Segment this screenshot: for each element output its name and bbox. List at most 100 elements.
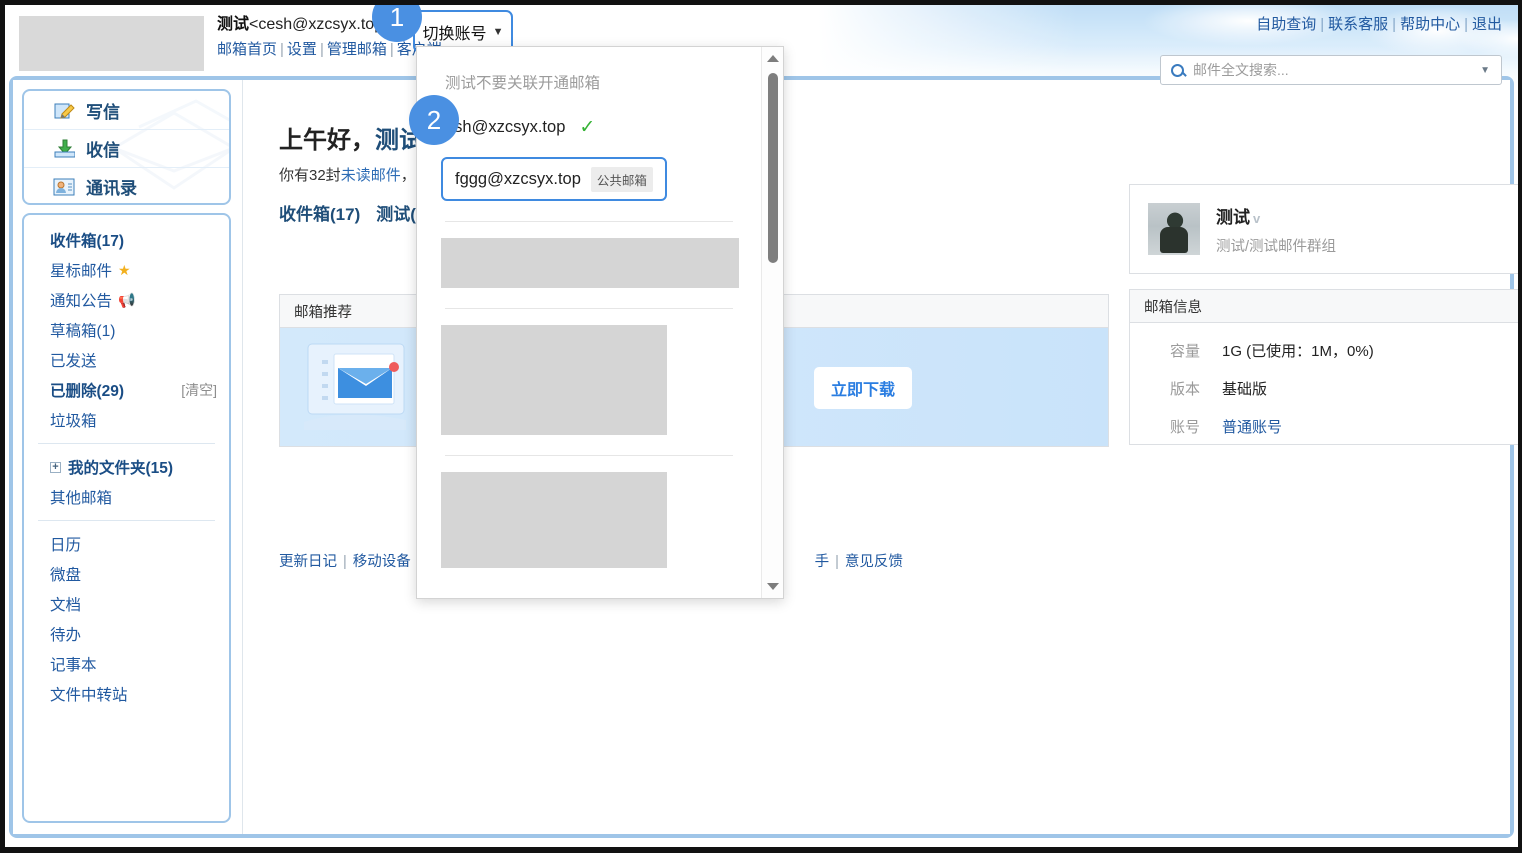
- sidebar-actions-card: 写信 收信 通讯录: [22, 89, 231, 205]
- info-key: 容量: [1170, 343, 1201, 360]
- dropdown-divider: [445, 221, 733, 222]
- avatar: [1148, 203, 1200, 255]
- sidebar-folder-my-folders[interactable]: + 我的文件夹(15): [24, 452, 229, 482]
- dropdown-scrollbar[interactable]: [761, 47, 783, 598]
- dropdown-redacted-item-1[interactable]: [441, 238, 739, 288]
- dropdown-divider: [445, 455, 733, 456]
- sidebar-folder-drafts[interactable]: 草稿箱(1): [24, 315, 229, 345]
- footer-link-mobile[interactable]: 移动设备: [353, 554, 411, 570]
- clear-deleted-link[interactable]: [清空]: [181, 380, 217, 400]
- folder-divider: [38, 520, 215, 521]
- sidebar-folder-announcements[interactable]: 通知公告 📢: [24, 285, 229, 315]
- dropdown-current-account-row[interactable]: esh@xzcsyx.top ✓: [417, 107, 761, 147]
- page-frame-bottom: [0, 847, 1522, 853]
- profile-card: 测试 v 测试/测试邮件群组: [1129, 184, 1521, 274]
- nav-sep: |: [280, 41, 284, 58]
- header-nav-links: 邮箱首页|设置|管理邮箱|客户端: [217, 38, 442, 62]
- mail-app-page: 测试<cesh@xzcsyx.top> 邮箱首页|设置|管理邮箱|客户端 切换账…: [0, 0, 1522, 853]
- dropdown-selected-account-email: fggg@xzcsyx.top: [455, 169, 581, 188]
- footer-sep: |: [343, 554, 347, 570]
- nav-link-home[interactable]: 邮箱首页: [217, 41, 277, 58]
- sidebar-folder-sent[interactable]: 已发送: [24, 345, 229, 375]
- sidebar-item-compose[interactable]: 写信: [24, 91, 229, 129]
- folder-label: 其他邮箱: [50, 490, 113, 507]
- link-help-center[interactable]: 帮助中心: [1400, 16, 1460, 33]
- unread-mail-link[interactable]: 未读邮件: [341, 167, 401, 184]
- sidebar-folder-deleted[interactable]: 已删除(29) [清空]: [24, 375, 229, 405]
- sidebar-item-calendar[interactable]: 日历: [24, 529, 229, 559]
- footer-sep: |: [835, 554, 839, 570]
- info-key: 版本: [1170, 381, 1201, 398]
- download-now-button[interactable]: 立即下载: [814, 367, 913, 409]
- folder-label: 我的文件夹(15): [68, 460, 174, 477]
- sidebar-item-notebook[interactable]: 记事本: [24, 649, 229, 679]
- unread-prefix: 你有32封: [279, 167, 341, 184]
- verified-icon: v: [1253, 210, 1261, 226]
- receive-icon: [53, 139, 75, 159]
- util-sep: |: [1392, 16, 1397, 33]
- sidebar-folder-inbox[interactable]: 收件箱(17): [24, 225, 229, 255]
- switch-account-label: 切换账号: [422, 25, 487, 43]
- link-logout[interactable]: 退出: [1472, 16, 1502, 33]
- sidebar-folder-trash[interactable]: 垃圾箱: [24, 405, 229, 435]
- footer-link-guide[interactable]: 手: [815, 554, 830, 570]
- dropdown-divider: [445, 308, 733, 309]
- sidebar-item-file-transfer[interactable]: 文件中转站: [24, 679, 229, 709]
- folder-label: 待办: [50, 627, 82, 644]
- contacts-icon: [53, 177, 75, 197]
- folder-label: 草稿箱(1): [50, 323, 116, 340]
- dropdown-selected-account-row[interactable]: fggg@xzcsyx.top 公共邮箱: [441, 157, 667, 201]
- nav-link-settings[interactable]: 设置: [287, 41, 317, 58]
- sidebar-item-todo[interactable]: 待办: [24, 619, 229, 649]
- scroll-up-arrow-icon[interactable]: [766, 55, 779, 62]
- util-sep: |: [1464, 16, 1468, 33]
- dropdown-redacted-item-3[interactable]: [441, 472, 667, 568]
- compose-icon: [53, 100, 75, 120]
- profile-name-row: 测试 v: [1216, 203, 1336, 228]
- dropdown-current-account-email: esh@xzcsyx.top: [445, 117, 566, 136]
- sidebar: 写信 收信 通讯录 收件箱(17) 星标邮件 ★ 通知公告 📢 草稿箱(1) 已…: [13, 80, 242, 834]
- footer-link-changelog[interactable]: 更新日记: [279, 554, 337, 570]
- expand-plus-icon[interactable]: +: [50, 461, 61, 473]
- folder-label: 收件箱(17): [50, 233, 125, 250]
- mailbox-info-title: 邮箱信息: [1130, 290, 1520, 323]
- search-input[interactable]: 邮件全文搜索...: [1193, 60, 1480, 80]
- star-icon: ★: [118, 261, 131, 278]
- sidebar-folder-other-mailboxes[interactable]: 其他邮箱: [24, 482, 229, 512]
- dropdown-redacted-item-2[interactable]: [441, 325, 667, 435]
- nav-sep: |: [319, 41, 324, 58]
- folder-label: 已发送: [50, 353, 97, 370]
- account-name: 测试: [217, 16, 250, 33]
- info-value-account-link[interactable]: 普通账号: [1222, 416, 1282, 437]
- folder-label: 垃圾箱: [50, 413, 97, 430]
- sidebar-item-receive[interactable]: 收信: [24, 129, 229, 167]
- page-frame-top: [0, 0, 1522, 5]
- folder-label: 星标邮件: [50, 263, 113, 280]
- checkmark-icon: ✓: [579, 116, 596, 138]
- tab-inbox[interactable]: 收件箱(17): [279, 205, 360, 224]
- footer-link-feedback[interactable]: 意见反馈: [845, 554, 903, 570]
- folder-label: 通知公告: [50, 293, 113, 310]
- greeting-prefix: 上午好，: [279, 127, 375, 154]
- folder-label: 微盘: [50, 567, 82, 584]
- folder-label: 日历: [50, 537, 82, 554]
- folder-label: 文档: [50, 597, 82, 614]
- profile-subtitle: 测试/测试邮件群组: [1216, 238, 1337, 255]
- search-bar[interactable]: 邮件全文搜索... ▼: [1160, 55, 1502, 85]
- link-self-service[interactable]: 自助查询: [1256, 16, 1316, 33]
- link-contact-support[interactable]: 联系客服: [1328, 16, 1388, 33]
- chevron-down-icon: ▼: [492, 25, 504, 38]
- scroll-down-arrow-icon[interactable]: [766, 583, 779, 590]
- nav-link-manage-mailbox[interactable]: 管理邮箱: [327, 41, 387, 58]
- info-row-version: 版本 基础版: [1170, 378, 1520, 399]
- step-badge-2: 2: [409, 95, 459, 145]
- search-icon: [1171, 63, 1184, 77]
- sidebar-item-microdisk[interactable]: 微盘: [24, 559, 229, 589]
- scrollbar-thumb[interactable]: [768, 73, 778, 263]
- sidebar-item-contacts[interactable]: 通讯录: [24, 167, 229, 203]
- sidebar-label-compose: 写信: [86, 102, 120, 122]
- search-options-chevron-icon[interactable]: ▼: [1480, 65, 1490, 76]
- switch-account-dropdown[interactable]: 测试不要关联开通邮箱 esh@xzcsyx.top ✓ fggg@xzcsyx.…: [416, 46, 784, 599]
- sidebar-folder-starred[interactable]: 星标邮件 ★: [24, 255, 229, 285]
- sidebar-item-documents[interactable]: 文档: [24, 589, 229, 619]
